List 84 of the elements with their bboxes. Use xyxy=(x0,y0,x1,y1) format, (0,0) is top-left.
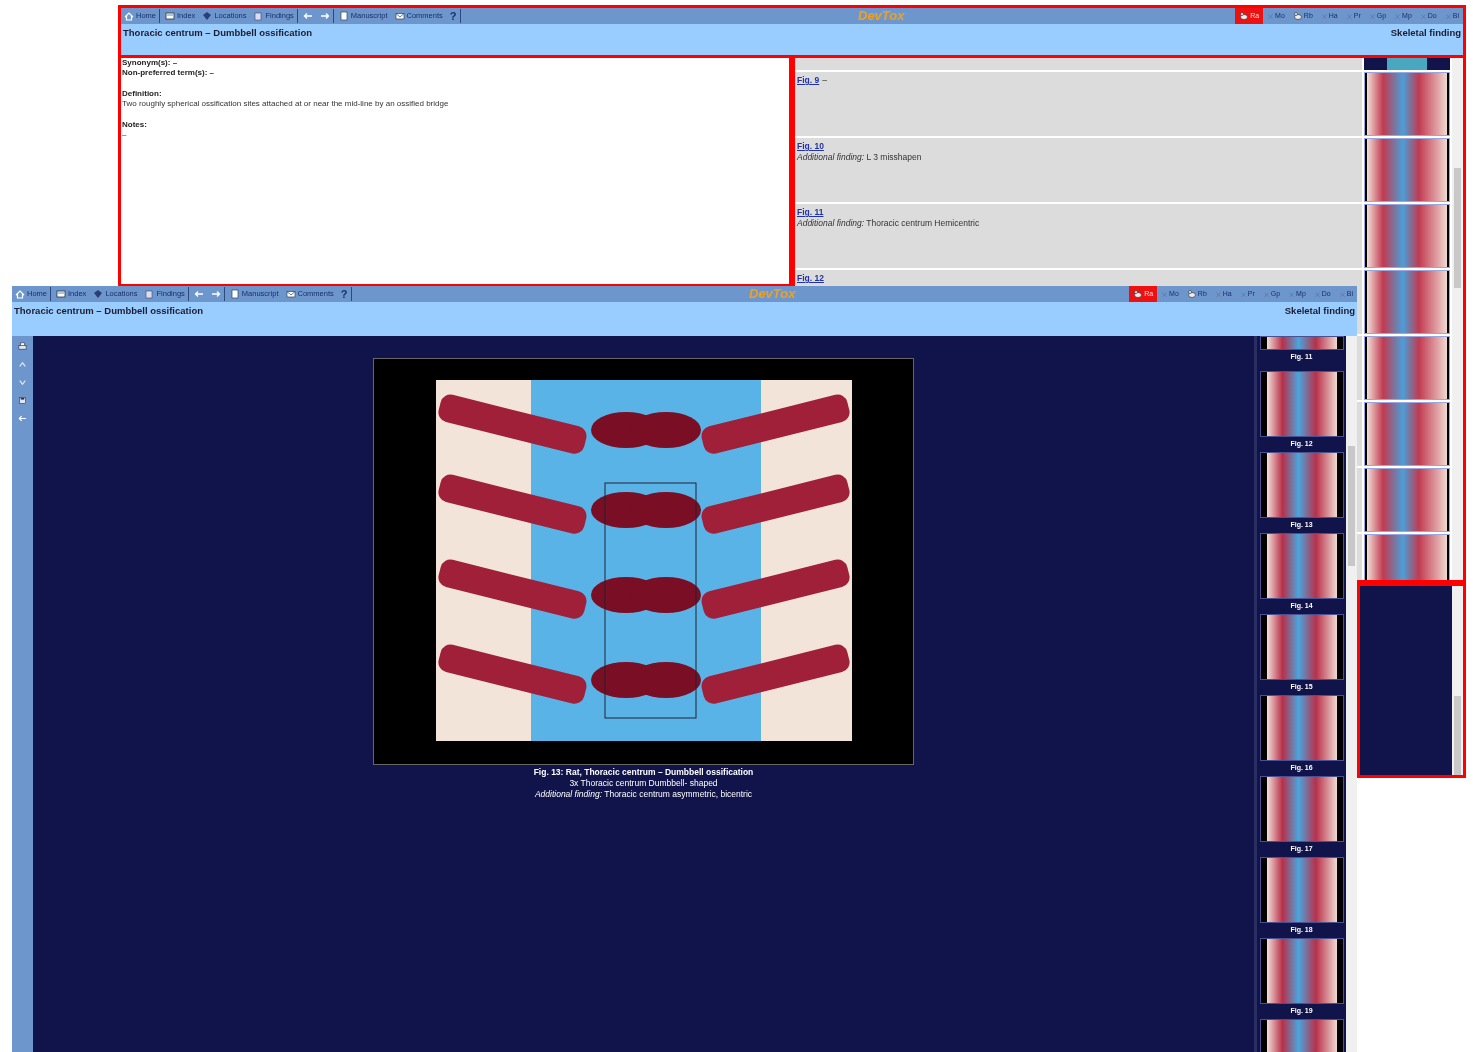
thumbnail-photo[interactable] xyxy=(1259,614,1344,680)
pages-icon xyxy=(253,11,264,21)
thumbnail-photo[interactable] xyxy=(1364,204,1450,268)
diamond-icon xyxy=(93,289,104,299)
print-button[interactable] xyxy=(16,340,29,352)
printer-icon xyxy=(18,341,27,351)
notes-heading: Notes: xyxy=(122,120,148,130)
cross-icon xyxy=(1239,289,1247,299)
caption-title: Fig. 13: Rat, Thoracic centrum – Dumbbell ossification xyxy=(533,767,754,778)
forward-arrow-icon xyxy=(210,289,221,299)
cross-icon xyxy=(1394,11,1402,21)
finding-text: Additional finding: L 3 misshapen xyxy=(797,152,923,163)
non-preferred-label: Non-preferred term(s): – xyxy=(122,68,215,78)
cross-icon xyxy=(1419,11,1427,21)
help-button[interactable]: ? xyxy=(446,9,461,23)
thumbnail-photo[interactable] xyxy=(1259,336,1344,350)
home-icon xyxy=(124,11,134,21)
cross-icon xyxy=(1161,289,1169,299)
back-arrow-icon xyxy=(193,289,204,299)
back-arrow-icon xyxy=(302,11,313,21)
app-logo: DevTox xyxy=(749,286,796,302)
cross-icon xyxy=(1214,289,1222,299)
thumbnail-photo[interactable] xyxy=(1364,468,1450,532)
caption-detail: 3x Thoracic centrum Dumbbell- shaped xyxy=(568,778,719,789)
animal-icon xyxy=(1186,289,1197,299)
help-button[interactable]: ? xyxy=(337,287,352,301)
figure-text: – xyxy=(822,75,827,86)
notes-text: – xyxy=(122,130,128,140)
thumbnail-photo[interactable] xyxy=(1259,857,1344,923)
caption-finding: Additional finding: Thoracic centrum asymmetric, bicentric xyxy=(533,789,754,800)
cross-icon xyxy=(1288,289,1296,299)
page-title: Thoracic centrum – Dumbbell ossification xyxy=(123,26,312,40)
thumbnail-photo[interactable] xyxy=(1259,776,1344,842)
cross-icon xyxy=(1338,289,1346,299)
figure-link[interactable]: Fig. 10 xyxy=(797,141,824,152)
scrollbar[interactable] xyxy=(1452,586,1463,775)
cross-icon xyxy=(1368,11,1376,21)
folder-icon xyxy=(56,289,66,299)
thumbnail-photo[interactable] xyxy=(1364,138,1450,202)
thumbnail-photo[interactable] xyxy=(1259,371,1344,437)
animal-icon xyxy=(1292,11,1303,21)
cross-icon xyxy=(1444,11,1452,21)
thumbnail-photo[interactable] xyxy=(1364,534,1450,580)
cross-icon xyxy=(1313,289,1321,299)
thumbnail-photo[interactable] xyxy=(1364,58,1450,70)
folder-icon xyxy=(165,11,175,21)
animal-icon xyxy=(1239,11,1250,21)
app-logo: DevTox xyxy=(858,8,905,24)
scrollbar[interactable] xyxy=(1452,58,1463,580)
back-arrow-icon xyxy=(18,413,27,423)
page-title: Thoracic centrum – Dumbbell ossification xyxy=(14,304,203,318)
figure-link[interactable]: Fig. 9 xyxy=(797,75,820,86)
thumbnail-photo[interactable] xyxy=(1364,402,1450,466)
thumbnail-photo[interactable] xyxy=(1259,938,1344,1004)
figure-link[interactable]: Fig. 11 xyxy=(797,207,824,218)
cross-icon xyxy=(1345,11,1353,21)
home-icon xyxy=(15,289,25,299)
cross-icon xyxy=(1262,289,1270,299)
category-label: Skeletal finding xyxy=(1390,26,1461,40)
category-label: Skeletal finding xyxy=(1284,304,1355,318)
cross-icon xyxy=(1267,11,1275,21)
definition-text: Two roughly spherical ossification sites attached at or near the mid-line by an ossified bridge xyxy=(122,99,450,109)
finding-text: Additional finding: Thoracic centrum Hemicentric xyxy=(797,218,981,229)
document-icon xyxy=(229,289,240,299)
cross-icon xyxy=(1320,11,1328,21)
animal-icon xyxy=(1133,289,1144,299)
thumbnail-photo[interactable] xyxy=(1259,695,1344,761)
thumbnail-photo[interactable] xyxy=(1364,72,1450,136)
thumbnail-photo[interactable] xyxy=(1364,336,1450,400)
figure-link[interactable]: Fig. 12 xyxy=(797,273,824,284)
scrollbar[interactable] xyxy=(1346,336,1357,1052)
synonyms-label: Synonym(s): – xyxy=(122,58,179,68)
thumbnail-photo[interactable] xyxy=(1259,533,1344,599)
thumbnail-photo[interactable] xyxy=(1259,452,1344,518)
pages-icon xyxy=(144,289,155,299)
thumbnail-photo[interactable] xyxy=(1364,270,1450,334)
document-icon xyxy=(338,11,349,21)
envelope-icon xyxy=(285,289,296,299)
forward-arrow-icon xyxy=(319,11,330,21)
envelope-icon xyxy=(394,11,405,21)
diamond-icon xyxy=(202,11,213,21)
save-button[interactable] xyxy=(16,394,29,406)
up-chevron-icon xyxy=(18,359,27,369)
definition-heading: Definition: xyxy=(122,89,163,99)
